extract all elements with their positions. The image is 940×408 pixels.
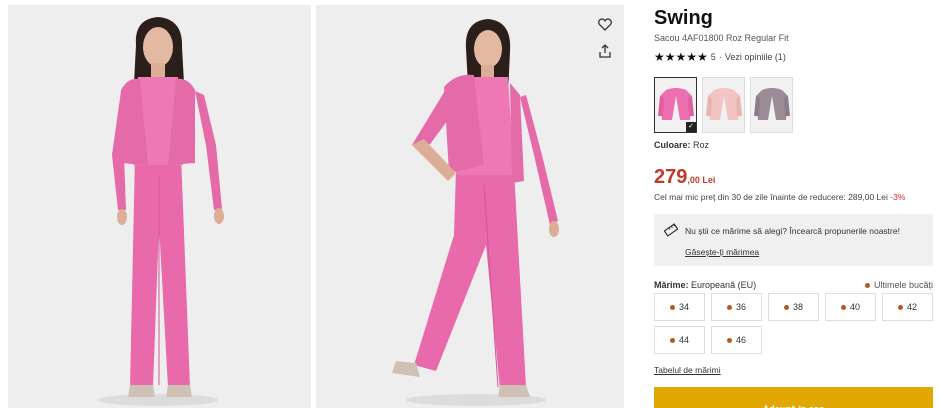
size-option-34[interactable]: 34 — [654, 293, 705, 321]
product-page: Swing Sacou 4AF01800 Roz Regular Fit ★★★… — [0, 0, 940, 408]
size-advisor-question: Nu știi ce mărime să alegi? Încearcă pro… — [685, 226, 900, 236]
ruler-icon — [663, 223, 679, 242]
product-photo-side[interactable] — [316, 5, 624, 408]
size-option-46[interactable]: 46 — [711, 326, 762, 354]
size-grid: 34 36 38 40 42 44 46 — [654, 293, 934, 354]
size-label: Mărime: — [654, 280, 689, 290]
find-size-link[interactable]: Găsește-ți mărimea — [685, 247, 759, 257]
heart-icon[interactable] — [596, 15, 614, 33]
size-option-42[interactable]: 42 — [882, 293, 933, 321]
size-option-label: 36 — [735, 302, 746, 312]
price-decimals: ,00 Lei — [687, 175, 716, 185]
color-label-value: Roz — [693, 140, 710, 150]
product-photo-front[interactable] — [8, 5, 311, 408]
color-label: Culoare: Roz — [654, 140, 709, 150]
size-chart-link[interactable]: Tabelul de mărimi — [654, 365, 721, 375]
size-system: Europeană (EU) — [691, 280, 757, 290]
rating-separator: · — [718, 52, 722, 62]
low-stock-dot-icon — [864, 282, 870, 288]
lowest-price-text: Cel mai mic preț din 30 de zile înainte … — [654, 192, 888, 202]
size-option-label: 40 — [849, 302, 860, 312]
low-stock-dot-icon — [669, 304, 675, 310]
size-option-36[interactable]: 36 — [711, 293, 762, 321]
share-icon[interactable] — [596, 42, 614, 60]
discount-badge: -3% — [890, 192, 906, 202]
low-stock-dot-icon — [726, 337, 732, 343]
size-advisor: Nu știi ce mărime să alegi? Încearcă pro… — [654, 214, 933, 266]
stock-note-text: Ultimele bucăți — [873, 280, 933, 290]
size-option-label: 42 — [906, 302, 917, 312]
price: 279,00 Lei — [654, 166, 715, 189]
size-option-label: 34 — [678, 302, 689, 312]
low-stock-dot-icon — [783, 304, 789, 310]
rating-score: 5 — [710, 52, 716, 62]
rating-stars: ★★★★★ — [654, 50, 708, 64]
color-swatches: ✓ — [654, 77, 793, 133]
color-swatch-roz-pal[interactable] — [702, 77, 745, 133]
size-option-label: 44 — [678, 335, 689, 345]
product-subtitle: Sacou 4AF01800 Roz Regular Fit — [654, 33, 789, 43]
rating: ★★★★★ 5 · Vezi opiniile (1) — [654, 50, 786, 64]
reviews-link[interactable]: Vezi opiniile (1) — [725, 52, 786, 62]
size-header: Mărime: Europeană (EU) Ultimele bucăți — [654, 280, 933, 290]
low-stock-dot-icon — [840, 304, 846, 310]
size-option-40[interactable]: 40 — [825, 293, 876, 321]
color-swatch-gri[interactable] — [750, 77, 793, 133]
selected-check-icon: ✓ — [686, 122, 696, 132]
price-integer: 279 — [654, 166, 688, 188]
size-option-label: 46 — [735, 335, 746, 345]
product-title: Swing — [654, 7, 713, 29]
stock-note: Ultimele bucăți — [864, 280, 933, 290]
size-option-44[interactable]: 44 — [654, 326, 705, 354]
size-option-label: 38 — [792, 302, 803, 312]
low-stock-dot-icon — [897, 304, 903, 310]
low-stock-dot-icon — [669, 337, 675, 343]
low-stock-dot-icon — [726, 304, 732, 310]
color-swatch-roz[interactable]: ✓ — [654, 77, 697, 133]
add-to-cart-button[interactable]: Adaugă în coș — [654, 387, 933, 408]
lowest-price-note: Cel mai mic preț din 30 de zile înainte … — [654, 192, 905, 202]
color-label-key: Culoare: — [654, 140, 691, 150]
size-option-38[interactable]: 38 — [768, 293, 819, 321]
